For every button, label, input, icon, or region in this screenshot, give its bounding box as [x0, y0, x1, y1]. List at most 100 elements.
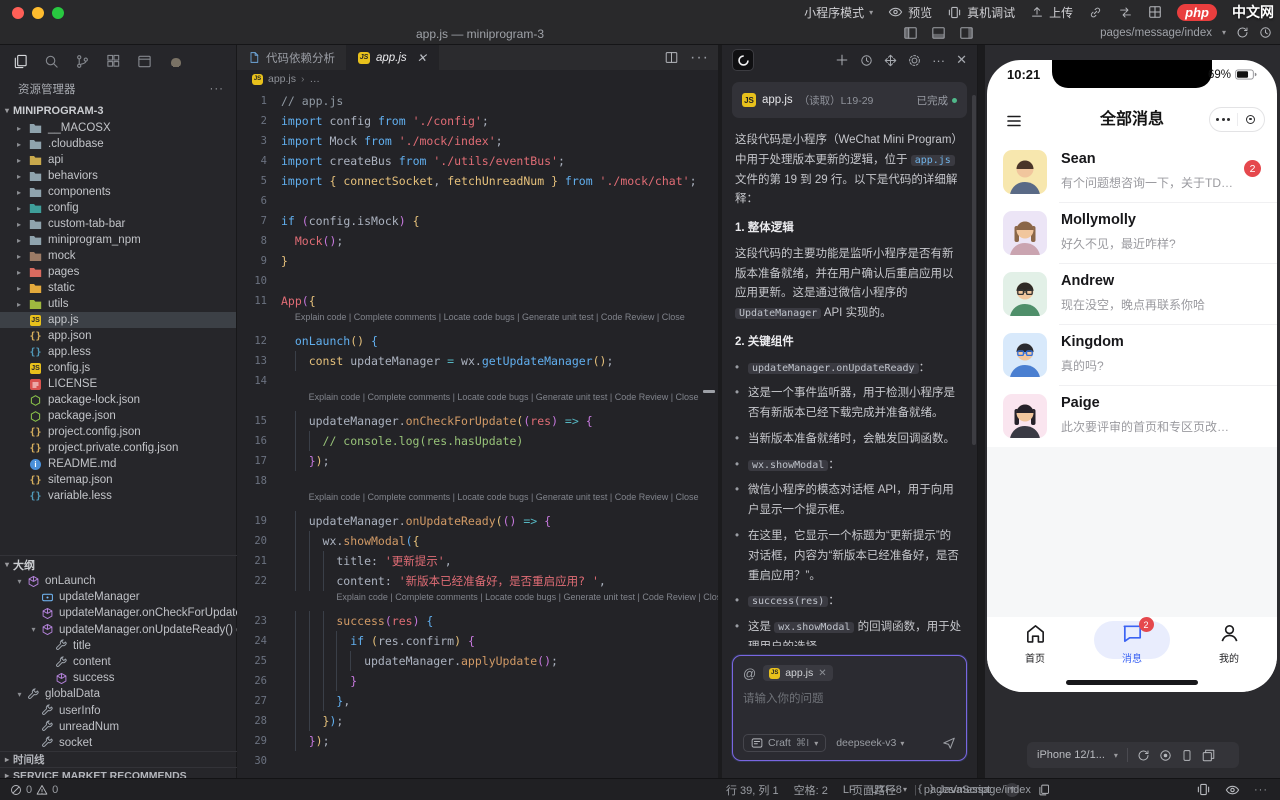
project-root[interactable]: ▾ MINIPROGRAM-3 — [0, 101, 236, 120]
menu-真机调试[interactable]: 真机调试 — [947, 4, 1015, 21]
code-line-17[interactable]: 17}); — [237, 451, 718, 471]
tree-item-package.json[interactable]: package.json — [0, 408, 236, 424]
code-line-18[interactable]: 18 — [237, 471, 718, 491]
outline-item-updateManager.onCheckForUpdate() call...[interactable]: updateManager.onCheckForUpdate() call... — [0, 605, 237, 621]
tree-item-package-lock.json[interactable]: package-lock.json — [0, 392, 236, 408]
outline-item-socket[interactable]: socket — [0, 735, 237, 751]
history-icon[interactable] — [860, 54, 873, 67]
tree-item-utils[interactable]: ▸utils — [0, 296, 236, 312]
mention-icon[interactable]: @ — [743, 666, 756, 681]
outline-item-content[interactable]: content — [0, 654, 237, 670]
code-line-25[interactable]: 25updateManager.applyUpdate(); — [237, 651, 718, 671]
agent-selector[interactable]: Craft ⌘I ▾ — [743, 734, 826, 752]
outline-item-globalData[interactable]: ▾globalData — [0, 686, 237, 702]
search-icon[interactable] — [44, 54, 59, 69]
code-line-6[interactable]: 6 — [237, 191, 718, 211]
capsule-exit-button[interactable] — [1238, 115, 1265, 124]
more-icon[interactable]: ··· — [210, 83, 225, 95]
tree-item-app.less[interactable]: {}app.less — [0, 344, 236, 360]
tree-item-pages[interactable]: ▸pages — [0, 264, 236, 280]
more-icon[interactable]: ··· — [1254, 784, 1268, 796]
code-line-11[interactable]: 11App({ — [237, 291, 718, 311]
close-window-button[interactable] — [12, 7, 24, 19]
tree-item-custom-tab-bar[interactable]: ▸custom-tab-bar — [0, 216, 236, 232]
tabbar-item-我的[interactable]: 我的 — [1199, 622, 1259, 665]
minimize-window-button[interactable] — [32, 7, 44, 19]
devtools-icon[interactable] — [168, 55, 184, 68]
device-icon[interactable] — [1181, 749, 1193, 762]
code-line-12[interactable]: 12onLaunch() { — [237, 331, 718, 351]
more-icon[interactable]: ··· — [690, 49, 709, 67]
code-line-5[interactable]: 5import { connectSocket, fetchUnreadNum … — [237, 171, 718, 191]
outline-item-title[interactable]: title — [0, 638, 237, 654]
window-icon[interactable] — [137, 54, 152, 69]
ai-input-box[interactable]: @ JS app.js ✕ 请输入你的问题 Craft ⌘I ▾ deepsee… — [732, 655, 967, 761]
code-line-30[interactable]: 30 — [237, 751, 718, 771]
code-line-3[interactable]: 3import Mock from './mock/index'; — [237, 131, 718, 151]
outline-header[interactable]: ▾ 大纲 — [0, 555, 237, 573]
code-line-19[interactable]: 19updateManager.onUpdateReady(() => { — [237, 511, 718, 531]
tab-code-dependency[interactable]: 代码依赖分析 — [237, 45, 347, 70]
tree-item-mock[interactable]: ▸mock — [0, 248, 236, 264]
outline-item-success[interactable]: success — [0, 670, 237, 686]
source-control-icon[interactable] — [75, 54, 90, 69]
device-selector[interactable]: iPhone 12/1... — [1037, 749, 1105, 761]
attached-file-chip[interactable]: JS app.js ✕ — [763, 665, 832, 681]
problems-indicator[interactable]: 0 0 — [10, 784, 58, 796]
tree-item-LICENSE[interactable]: LICENSE — [0, 376, 236, 392]
split-editor-icon[interactable] — [665, 51, 678, 64]
compare-icon[interactable] — [1118, 6, 1133, 19]
vibrate-icon[interactable] — [1196, 783, 1211, 796]
cursor-position[interactable]: 行 39, 列 1 — [726, 782, 779, 798]
code-line-28[interactable]: 28}); — [237, 711, 718, 731]
close-icon[interactable]: ✕ — [956, 52, 967, 68]
link-icon[interactable] — [1088, 6, 1103, 19]
ai-prompt-placeholder[interactable]: 请输入你的问题 — [743, 690, 956, 706]
breadcrumb[interactable]: JS app.js › … — [237, 70, 718, 88]
tree-item-app.json[interactable]: {}app.json — [0, 328, 236, 344]
panel-left-icon[interactable] — [903, 26, 918, 40]
code-line-8[interactable]: 8Mock(); — [237, 231, 718, 251]
message-item-Sean[interactable]: Sean有个问题想咨询一下，关于TDesign组件...2 — [987, 142, 1277, 203]
tree-item-__MACOSX[interactable]: ▸__MACOSX — [0, 120, 236, 136]
page-path-selector[interactable]: pages/message/index ▾ — [1100, 26, 1272, 39]
code-line-16[interactable]: 16// console.log(res.hasUpdate) — [237, 431, 718, 451]
tree-item-config.js[interactable]: JSconfig.js — [0, 360, 236, 376]
new-chat-icon[interactable] — [835, 53, 849, 67]
settings-icon[interactable] — [908, 54, 921, 67]
files-icon[interactable] — [13, 54, 28, 69]
message-item-Kingdom[interactable]: Kingdom真的吗? — [987, 325, 1277, 386]
code-line-23[interactable]: 23success(res) { — [237, 611, 718, 631]
code-editor[interactable]: 1// app.js2import config from './config'… — [237, 88, 718, 777]
extensions-icon[interactable] — [106, 54, 121, 69]
code-line-10[interactable]: 10 — [237, 271, 718, 291]
code-line-21[interactable]: 21title: '更新提示', — [237, 551, 718, 571]
tab-appjs[interactable]: JS app.js ✕ — [347, 45, 439, 70]
code-line-14[interactable]: 14 — [237, 371, 718, 391]
code-line-20[interactable]: 20wx.showModal({ — [237, 531, 718, 551]
tabbar-item-消息[interactable]: 2消息 — [1102, 622, 1162, 665]
codelens-actions[interactable]: Explain code | Complete comments | Locat… — [237, 491, 718, 511]
tree-item-api[interactable]: ▸api — [0, 152, 236, 168]
code-line-24[interactable]: 24if (res.confirm) { — [237, 631, 718, 651]
grid-icon[interactable] — [1148, 5, 1162, 19]
codelens-actions[interactable]: Explain code | Complete comments | Locat… — [237, 391, 718, 411]
outline-item-unreadNum[interactable]: unreadNum — [0, 719, 237, 735]
code-line-22[interactable]: 22content: '新版本已经准备好，是否重启应用? ', — [237, 571, 718, 591]
tree-item-variable.less[interactable]: {}variable.less — [0, 488, 236, 504]
code-line-27[interactable]: 27}, — [237, 691, 718, 711]
multi-window-icon[interactable] — [1202, 749, 1215, 762]
code-line-13[interactable]: 13const updateManager = wx.getUpdateMana… — [237, 351, 718, 371]
clock-icon[interactable] — [1259, 26, 1272, 39]
menu-预览[interactable]: 预览 — [888, 4, 932, 21]
tree-item-behaviors[interactable]: ▸behaviors — [0, 168, 236, 184]
ai-context-card[interactable]: JS app.js （读取）L19-29 已完成 — [732, 82, 967, 118]
record-icon[interactable] — [1159, 749, 1172, 762]
refresh-icon[interactable] — [1236, 26, 1249, 39]
outline-item-updateManager.onUpdateReady() callback[interactable]: ▾updateManager.onUpdateReady() callback — [0, 622, 237, 638]
tree-item-sitemap.json[interactable]: {}sitemap.json — [0, 472, 236, 488]
eye-icon[interactable] — [1225, 784, 1240, 796]
send-icon[interactable] — [942, 736, 956, 750]
code-line-4[interactable]: 4import createBus from './utils/eventBus… — [237, 151, 718, 171]
panel-right-icon[interactable] — [959, 26, 974, 40]
